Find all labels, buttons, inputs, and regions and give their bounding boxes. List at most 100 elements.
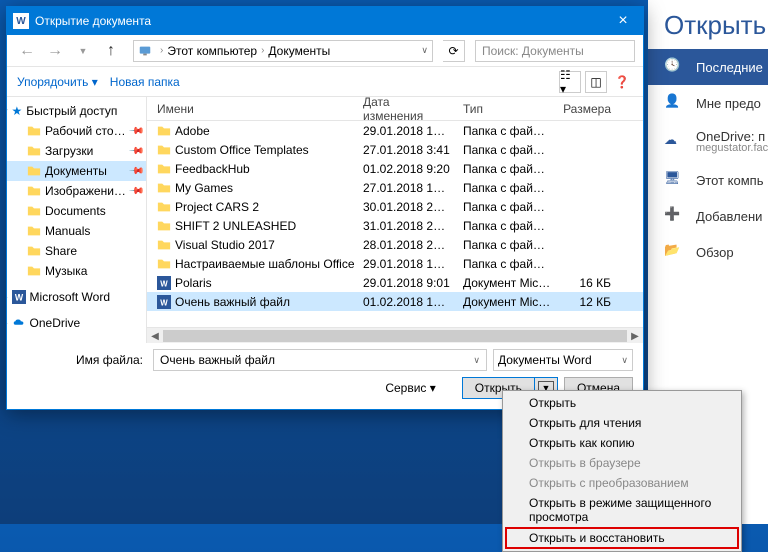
word-panel-title: Открыть xyxy=(648,10,768,49)
dialog-titlebar: W Открытие документа × xyxy=(7,7,643,35)
folder-icon xyxy=(27,224,41,238)
folder-icon xyxy=(157,219,171,233)
sidebar-item[interactable]: Manuals xyxy=(7,221,146,241)
panel-item-icon: 📂 xyxy=(664,242,684,262)
word-app-icon: W xyxy=(13,13,29,29)
back-button[interactable]: ← xyxy=(15,39,39,63)
file-row[interactable]: WPolaris29.01.2018 9:01Документ Microso…… xyxy=(147,273,643,292)
dropdown-item[interactable]: Открыть для чтения xyxy=(505,413,739,433)
help-icon[interactable]: ❓ xyxy=(611,71,633,93)
file-row[interactable]: Настраиваемые шаблоны Office29.01.2018 1… xyxy=(147,254,643,273)
folder-icon xyxy=(157,257,171,271)
filename-label: Имя файла: xyxy=(17,353,147,367)
breadcrumb[interactable]: › Этот компьютер › Документы ∨ xyxy=(133,40,433,62)
breadcrumb-segment[interactable]: Документы xyxy=(268,44,330,58)
nav-bar: ← → ▼ ↑ › Этот компьютер › Документы ∨ ⟳… xyxy=(7,35,643,67)
col-date[interactable]: Дата изменения xyxy=(357,97,457,123)
open-dropdown-menu: ОткрытьОткрыть для чтенияОткрыть как коп… xyxy=(502,390,742,552)
panel-item-icon: 🕓 xyxy=(664,57,684,77)
file-row[interactable]: SHIFT 2 UNLEASHED31.01.2018 20:50Папка с… xyxy=(147,216,643,235)
svg-text:W: W xyxy=(160,279,168,288)
folder-icon xyxy=(157,200,171,214)
col-size[interactable]: Размера xyxy=(557,102,617,116)
quick-access-header[interactable]: ▾ ★ Быстрый доступ xyxy=(7,101,146,121)
folder-icon xyxy=(27,144,41,158)
word-doc-icon: W xyxy=(157,295,171,309)
filename-input[interactable]: Очень важный файл ∨ xyxy=(153,349,487,371)
folder-icon xyxy=(27,204,41,218)
column-headers[interactable]: Имени Дата изменения Тип Размера xyxy=(147,97,643,121)
dropdown-item: Открыть с преобразованием xyxy=(505,473,739,493)
breadcrumb-segment[interactable]: Этот компьютер xyxy=(167,44,257,58)
file-row[interactable]: Project CARS 230.01.2018 21:32Папка с фа… xyxy=(147,197,643,216)
preview-toggle[interactable]: ◫ xyxy=(585,71,607,93)
sidebar: ▾ ★ Быстрый доступ Рабочий сто…📌Загрузки… xyxy=(7,97,147,343)
new-folder-button[interactable]: Новая папка xyxy=(110,75,180,89)
search-input[interactable]: Поиск: Документы xyxy=(475,40,635,62)
dropdown-item[interactable]: Открыть и восстановить xyxy=(505,527,739,549)
col-name[interactable]: Имени xyxy=(147,102,357,116)
file-row[interactable]: Adobe29.01.2018 17:12Папка с файлами xyxy=(147,121,643,140)
horizontal-scrollbar[interactable]: ◀▶ xyxy=(147,327,643,343)
pin-icon: 📌 xyxy=(127,143,144,160)
panel-item-icon: 🖥 xyxy=(664,170,684,190)
panel-item-icon: ➕ xyxy=(664,206,684,226)
close-icon[interactable]: × xyxy=(603,7,643,35)
pc-icon xyxy=(138,44,152,58)
sidebar-item[interactable]: Рабочий сто…📌 xyxy=(7,121,146,141)
dropdown-item[interactable]: Открыть как копию xyxy=(505,433,739,453)
sidebar-item[interactable]: Share xyxy=(7,241,146,261)
chevron-down-icon[interactable]: ∨ xyxy=(421,45,428,56)
recent-dropdown[interactable]: ▼ xyxy=(71,39,95,63)
refresh-button[interactable]: ⟳ xyxy=(443,40,465,62)
onedrive-icon xyxy=(12,316,26,330)
organize-menu[interactable]: Упорядочить ▾ xyxy=(17,75,98,89)
search-placeholder: Поиск: Документы xyxy=(482,44,584,58)
svg-text:W: W xyxy=(14,293,23,303)
folder-icon xyxy=(157,124,171,138)
up-button[interactable]: ↑ xyxy=(99,39,123,63)
folder-icon xyxy=(27,264,41,278)
word-panel-item[interactable]: 🕓Последние xyxy=(648,49,768,85)
forward-button[interactable]: → xyxy=(43,39,67,63)
open-file-dialog: W Открытие документа × ← → ▼ ↑ › Этот ко… xyxy=(6,6,644,410)
file-row[interactable]: My Games27.01.2018 18:33Папка с файлами xyxy=(147,178,643,197)
word-panel-item[interactable]: ☁OneDrive: пmegustator.fac xyxy=(648,121,768,162)
dropdown-item: Открыть в браузере xyxy=(505,453,739,473)
sidebar-item-msword[interactable]: ▸ W Microsoft Word xyxy=(7,287,146,307)
tools-menu[interactable]: Сервис ▾ xyxy=(385,381,435,395)
panel-item-icon: ☁ xyxy=(664,132,684,152)
word-panel-item[interactable]: 📂Обзор xyxy=(648,234,768,270)
file-row[interactable]: FeedbackHub01.02.2018 9:20Папка с файлам… xyxy=(147,159,643,178)
word-panel-item[interactable]: ➕Добавлени xyxy=(648,198,768,234)
dropdown-item[interactable]: Открыть xyxy=(505,393,739,413)
panel-item-icon: 👤 xyxy=(664,93,684,113)
file-row[interactable]: Custom Office Templates27.01.2018 3:41Па… xyxy=(147,140,643,159)
toolbar: Упорядочить ▾ Новая папка ☷ ▾ ◫ ❓ xyxy=(7,67,643,97)
sidebar-item[interactable]: Изображени…📌 xyxy=(7,181,146,201)
word-doc-icon: W xyxy=(157,276,171,290)
file-list: Имени Дата изменения Тип Размера Adobe29… xyxy=(147,97,643,343)
svg-text:W: W xyxy=(160,298,168,307)
sidebar-item[interactable]: Музыка xyxy=(7,261,146,281)
folder-icon xyxy=(27,244,41,258)
word-icon: W xyxy=(12,290,26,304)
folder-icon xyxy=(157,181,171,195)
folder-icon xyxy=(27,124,41,138)
sidebar-item-onedrive[interactable]: ▸ OneDrive xyxy=(7,313,146,333)
dropdown-item[interactable]: Открыть в режиме защищенного просмотра xyxy=(505,493,739,527)
folder-icon xyxy=(27,184,41,198)
view-options[interactable]: ☷ ▾ xyxy=(559,71,581,93)
folder-icon xyxy=(157,143,171,157)
filetype-select[interactable]: Документы Word ∨ xyxy=(493,349,633,371)
file-row[interactable]: Visual Studio 201728.01.2018 21:46Папка … xyxy=(147,235,643,254)
word-panel-item[interactable]: 🖥Этот компь xyxy=(648,162,768,198)
sidebar-item[interactable]: Загрузки📌 xyxy=(7,141,146,161)
word-panel-item[interactable]: 👤Мне предо xyxy=(648,85,768,121)
pin-icon: 📌 xyxy=(128,123,145,140)
col-type[interactable]: Тип xyxy=(457,102,557,116)
dialog-title: Открытие документа xyxy=(35,14,151,28)
sidebar-item[interactable]: Документы📌 xyxy=(7,161,146,181)
sidebar-item[interactable]: Documents xyxy=(7,201,146,221)
file-row[interactable]: WОчень важный файл01.02.2018 16:04Докуме… xyxy=(147,292,643,311)
